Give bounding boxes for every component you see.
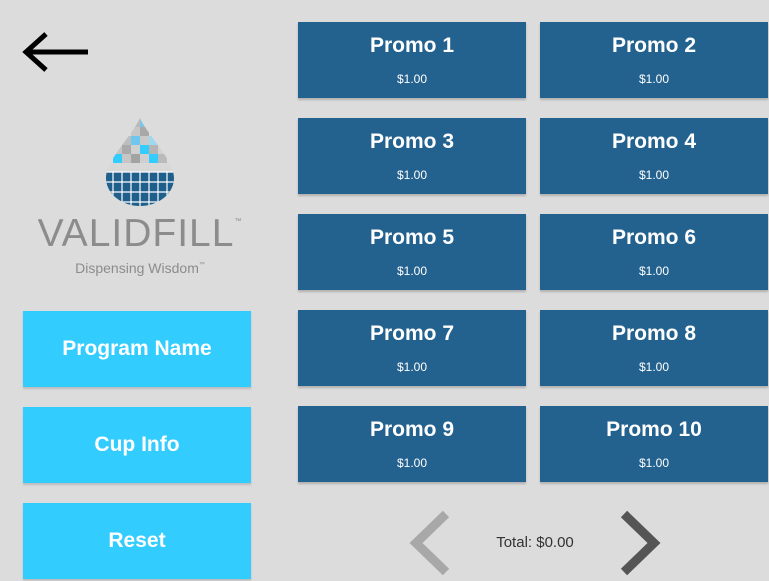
droplet-logo-icon [106,118,174,206]
promo-price: $1.00 [396,72,428,86]
promo-button-8[interactable]: Promo 8 $1.00 [540,310,768,386]
promo-price: $1.00 [638,72,670,86]
promo-button-6[interactable]: Promo 6 $1.00 [540,214,768,290]
promo-price: $1.00 [638,360,670,374]
cup-info-button[interactable]: Cup Info [23,407,251,483]
promo-price: $1.00 [396,168,428,182]
promo-name: Promo 6 [611,226,697,249]
promo-button-3[interactable]: Promo 3 $1.00 [298,118,526,194]
promo-name: Promo 10 [606,418,702,441]
back-button[interactable] [20,30,92,74]
logo-wordmark: VALIDFILL™ [37,212,243,255]
promo-button-5[interactable]: Promo 5 $1.00 [298,214,526,290]
promo-button-4[interactable]: Promo 4 $1.00 [540,118,768,194]
promo-button-10[interactable]: Promo 10 $1.00 [540,406,768,482]
promo-name: Promo 7 [369,322,455,345]
previous-page-button[interactable] [404,510,460,576]
promo-price: $1.00 [396,264,428,278]
promo-name: Promo 3 [369,130,455,153]
logo-tagline: Dispensing Wisdom™ [75,260,205,276]
promo-button-2[interactable]: Promo 2 $1.00 [540,22,768,98]
promo-name: Promo 1 [369,34,455,57]
promo-button-7[interactable]: Promo 7 $1.00 [298,310,526,386]
next-page-button[interactable] [610,510,666,576]
promo-price: $1.00 [396,360,428,374]
promo-name: Promo 9 [369,418,455,441]
promo-name: Promo 4 [611,130,697,153]
promo-price: $1.00 [638,264,670,278]
promo-price: $1.00 [396,456,428,470]
program-name-button[interactable]: Program Name [23,311,251,387]
promo-button-1[interactable]: Promo 1 $1.00 [298,22,526,98]
promo-name: Promo 8 [611,322,697,345]
promo-price: $1.00 [638,456,670,470]
validfill-logo: VALIDFILL™ Dispensing Wisdom™ [30,116,250,286]
chevron-right-icon [620,510,661,576]
promo-name: Promo 2 [611,34,697,57]
chevron-left-icon [409,510,450,576]
promo-name: Promo 5 [369,226,455,249]
total-label: Total: $0.00 [496,534,574,551]
promo-price: $1.00 [638,168,670,182]
promo-button-9[interactable]: Promo 9 $1.00 [298,406,526,482]
arrow-left-icon [22,32,88,72]
reset-button[interactable]: Reset [23,503,251,579]
